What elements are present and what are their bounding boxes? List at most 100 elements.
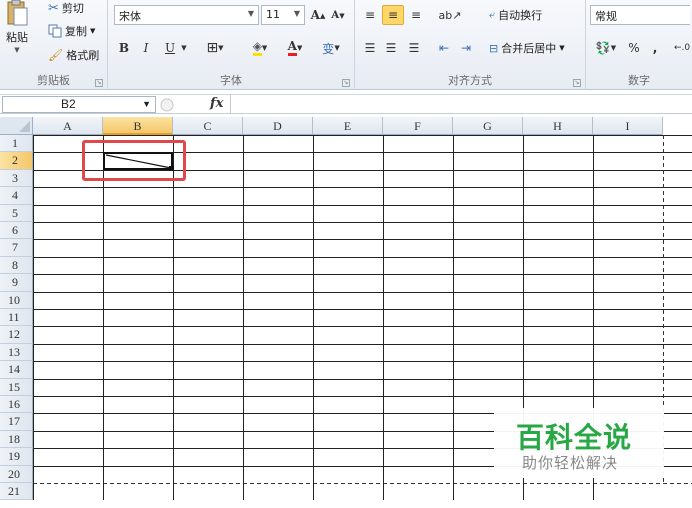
row-header-5[interactable]: 5 bbox=[0, 204, 33, 222]
wrap-text-icon: ⤶ bbox=[489, 8, 496, 21]
font-color-button[interactable]: A ▼ bbox=[280, 38, 310, 58]
formula-input[interactable] bbox=[230, 95, 692, 114]
row-header-9[interactable]: 9 bbox=[0, 274, 33, 292]
font-group: 宋体 ▼ 11 ▼ A ▲ A ▼ B I U ▼ ⊞ ▼ ◈ ▼ A ▼ 变 … bbox=[108, 0, 355, 90]
row-header-10[interactable]: 10 bbox=[0, 291, 33, 309]
row-header-7[interactable]: 7 bbox=[0, 239, 33, 257]
format-painter-button[interactable]: 🖌 格式刷 bbox=[48, 47, 99, 63]
align-top-button[interactable]: ≡ bbox=[361, 5, 379, 25]
column-header-g[interactable]: G bbox=[453, 117, 523, 135]
paste-dropdown-icon[interactable]: ▼ bbox=[14, 46, 19, 54]
column-header-e[interactable]: E bbox=[313, 117, 383, 135]
row-header-16[interactable]: 16 bbox=[0, 396, 33, 414]
border-button[interactable]: ⊞ ▼ bbox=[202, 38, 228, 58]
row-header-2[interactable]: 2 bbox=[0, 152, 33, 170]
shrink-font-button[interactable]: A ▼ bbox=[329, 5, 347, 25]
column-gridline bbox=[173, 135, 174, 501]
format-painter-label: 格式刷 bbox=[66, 49, 100, 62]
copy-button[interactable]: 复制 ▼ bbox=[48, 23, 95, 39]
row-header-17[interactable]: 17 bbox=[0, 413, 33, 431]
scissors-icon: ✂ bbox=[48, 0, 59, 16]
copy-dropdown-icon[interactable]: ▼ bbox=[90, 27, 95, 35]
select-all-corner[interactable] bbox=[0, 117, 33, 135]
column-header-f[interactable]: F bbox=[383, 117, 453, 135]
clipboard-launcher-icon[interactable]: ↘ bbox=[95, 79, 103, 87]
name-box-dropdown-icon[interactable]: ▼ bbox=[142, 99, 151, 109]
alignment-group-label: 对齐方式 bbox=[448, 74, 492, 87]
align-right-button[interactable]: ☰ bbox=[405, 38, 423, 58]
align-bottom-icon: ≡ bbox=[410, 8, 422, 22]
column-header-c[interactable]: C bbox=[173, 117, 243, 135]
number-group: 常规 💱 ▼ % , ←.0 数字 bbox=[586, 0, 692, 90]
row-header-18[interactable]: 18 bbox=[0, 430, 33, 449]
fill-bucket-icon: ◈ bbox=[252, 40, 262, 56]
paste-label: 粘贴 bbox=[6, 31, 28, 44]
watermark-subtitle: 助你轻松解决 bbox=[522, 454, 619, 472]
wrap-text-button[interactable]: ⤶ 自动换行 bbox=[489, 7, 542, 23]
phonetic-button[interactable]: 变 ▼ bbox=[316, 38, 346, 58]
cut-button[interactable]: ✂ 剪切 bbox=[48, 0, 84, 16]
number-format-combo[interactable]: 常规 bbox=[590, 5, 690, 25]
align-right-icon: ☰ bbox=[408, 41, 420, 55]
row-header-8[interactable]: 8 bbox=[0, 256, 33, 275]
align-bottom-button[interactable]: ≡ bbox=[407, 5, 425, 25]
paste-button[interactable]: 粘贴 ▼ bbox=[6, 0, 28, 54]
align-middle-button[interactable]: ≡ bbox=[382, 5, 404, 25]
row-header-4[interactable]: 4 bbox=[0, 187, 33, 205]
row-header-3[interactable]: 3 bbox=[0, 169, 33, 188]
font-group-label: 字体 bbox=[220, 74, 242, 87]
font-size-value: 11 bbox=[266, 8, 280, 21]
formula-cancel-icon[interactable] bbox=[160, 98, 174, 112]
align-center-button[interactable]: ☰ bbox=[382, 38, 400, 58]
font-name-combo[interactable]: 宋体 ▼ bbox=[114, 5, 259, 25]
grow-font-button[interactable]: A ▲ bbox=[309, 5, 327, 25]
name-box[interactable]: B2 ▼ bbox=[2, 96, 156, 113]
increase-indent-button[interactable]: ⇥ bbox=[457, 38, 475, 58]
column-header-d[interactable]: D bbox=[243, 117, 313, 135]
column-header-a[interactable]: A bbox=[33, 117, 103, 135]
insert-function-button[interactable]: fx bbox=[210, 96, 223, 111]
alignment-group: ≡ ≡ ≡ ab↗ ⤶ 自动换行 ☰ ☰ ☰ ⇤ ⇥ ⊟ 合并后居中 ▼ 对齐方… bbox=[355, 0, 586, 90]
number-format-value: 常规 bbox=[595, 10, 617, 23]
row-header-13[interactable]: 13 bbox=[0, 343, 33, 362]
underline-button[interactable]: U bbox=[162, 38, 178, 58]
number-group-label: 数字 bbox=[628, 74, 650, 87]
alignment-launcher-icon[interactable]: ↘ bbox=[573, 79, 581, 87]
row-header-21[interactable]: 21 bbox=[0, 483, 33, 501]
row-header-20[interactable]: 20 bbox=[0, 465, 33, 483]
increase-decimal-button[interactable]: ←.0 bbox=[674, 38, 690, 58]
row-header-14[interactable]: 14 bbox=[0, 361, 33, 379]
cut-label: 剪切 bbox=[61, 2, 84, 15]
paste-icon bbox=[7, 0, 28, 26]
row-header-6[interactable]: 6 bbox=[0, 222, 33, 240]
underline-dropdown-icon[interactable]: ▼ bbox=[179, 38, 189, 58]
decrease-indent-button[interactable]: ⇤ bbox=[435, 38, 453, 58]
merge-dropdown-icon[interactable]: ▼ bbox=[559, 44, 564, 52]
merge-center-button[interactable]: ⊟ 合并后居中 ▼ bbox=[489, 40, 565, 56]
fill-color-button[interactable]: ◈ ▼ bbox=[244, 38, 276, 58]
column-gridline bbox=[313, 135, 314, 501]
italic-button[interactable]: I bbox=[138, 38, 154, 58]
accounting-button[interactable]: 💱 ▼ bbox=[592, 38, 620, 58]
row-header-15[interactable]: 15 bbox=[0, 378, 33, 396]
row-header-19[interactable]: 19 bbox=[0, 448, 33, 466]
align-left-button[interactable]: ☰ bbox=[361, 38, 379, 58]
row-header-1[interactable]: 1 bbox=[0, 135, 33, 153]
row-header-11[interactable]: 11 bbox=[0, 309, 33, 327]
font-size-dropdown-icon: ▼ bbox=[293, 9, 300, 18]
font-size-combo[interactable]: 11 ▼ bbox=[261, 5, 305, 25]
watermark-title: 百科全说 bbox=[516, 421, 633, 454]
formula-bar: B2 ▼ fx bbox=[0, 94, 692, 114]
orientation-button[interactable]: ab↗ bbox=[437, 5, 463, 25]
bold-button[interactable]: B bbox=[116, 38, 132, 58]
row-header-12[interactable]: 12 bbox=[0, 326, 33, 344]
column-header-b[interactable]: B bbox=[103, 117, 173, 135]
column-header-i[interactable]: I bbox=[593, 117, 663, 135]
currency-icon: 💱 bbox=[595, 41, 611, 55]
font-name-value: 宋体 bbox=[119, 10, 141, 23]
column-header-h[interactable]: H bbox=[523, 117, 593, 135]
font-launcher-icon[interactable]: ↘ bbox=[342, 79, 350, 87]
percent-button[interactable]: % bbox=[626, 38, 642, 58]
phonetic-icon: 变 bbox=[322, 41, 335, 56]
comma-button[interactable]: , bbox=[650, 38, 660, 58]
